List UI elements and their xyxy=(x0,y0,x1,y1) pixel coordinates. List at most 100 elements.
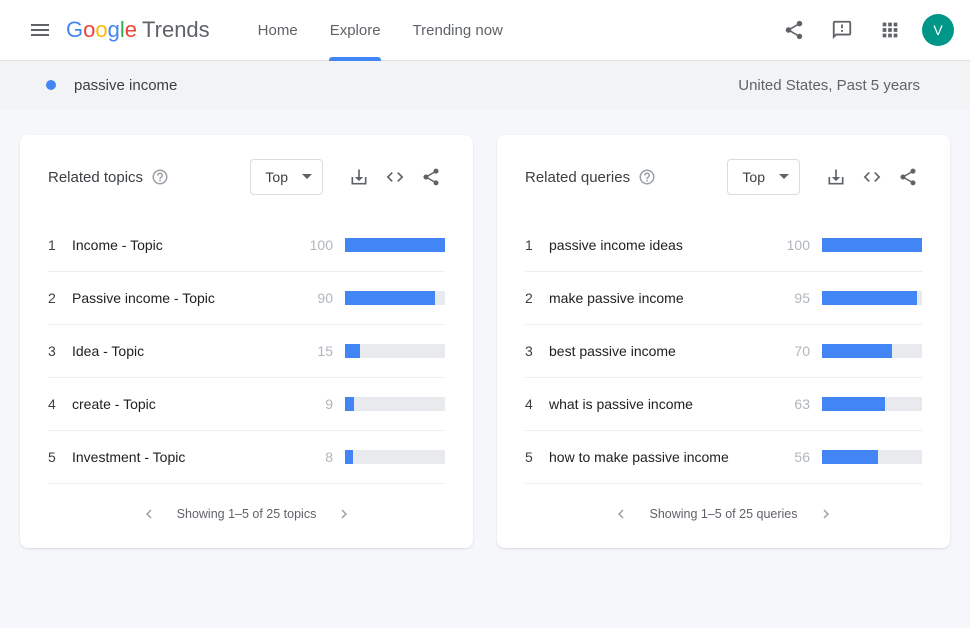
rank: 1 xyxy=(48,237,72,253)
rank: 4 xyxy=(525,396,549,412)
menu-icon[interactable] xyxy=(16,6,64,54)
content-area: Related topics Top 1Income - Topic1002Pa… xyxy=(0,109,970,574)
list-item[interactable]: 3Idea - Topic15 xyxy=(48,324,445,377)
rank: 5 xyxy=(525,449,549,465)
embed-icon[interactable] xyxy=(381,163,409,191)
item-value: 100 xyxy=(310,237,333,253)
item-label[interactable]: Idea - Topic xyxy=(72,343,317,359)
bar-track xyxy=(822,344,922,358)
help-icon[interactable] xyxy=(151,168,169,186)
item-label[interactable]: Investment - Topic xyxy=(72,449,325,465)
item-label[interactable]: make passive income xyxy=(549,290,794,306)
rank: 2 xyxy=(48,290,72,306)
feedback-icon[interactable] xyxy=(818,6,866,54)
bar-track xyxy=(345,344,445,358)
related-topics-card: Related topics Top 1Income - Topic1002Pa… xyxy=(20,135,473,548)
bar-fill xyxy=(822,450,878,464)
item-label[interactable]: what is passive income xyxy=(549,396,794,412)
item-value: 95 xyxy=(794,290,810,306)
next-page-button[interactable] xyxy=(812,500,840,528)
item-label[interactable]: create - Topic xyxy=(72,396,325,412)
item-label[interactable]: how to make passive income xyxy=(549,449,794,465)
list-item[interactable]: 5Investment - Topic8 xyxy=(48,430,445,483)
share-icon[interactable] xyxy=(770,6,818,54)
sort-dropdown[interactable]: Top xyxy=(250,159,323,195)
card-title: Related topics xyxy=(48,169,143,186)
pager: Showing 1–5 of 25 queries xyxy=(525,483,922,532)
list-item[interactable]: 2Passive income - Topic90 xyxy=(48,271,445,324)
download-icon[interactable] xyxy=(822,163,850,191)
rank: 3 xyxy=(48,343,72,359)
card-header: Related topics Top xyxy=(48,159,445,195)
bar-fill xyxy=(822,397,885,411)
avatar[interactable]: V xyxy=(922,14,954,46)
item-label[interactable]: best passive income xyxy=(549,343,794,359)
rank: 5 xyxy=(48,449,72,465)
item-label[interactable]: passive income ideas xyxy=(549,237,787,253)
item-value: 56 xyxy=(794,449,810,465)
list-item[interactable]: 1passive income ideas100 xyxy=(525,219,922,271)
card-title: Related queries xyxy=(525,169,630,186)
bar-track xyxy=(822,397,922,411)
embed-icon[interactable] xyxy=(858,163,886,191)
pager: Showing 1–5 of 25 topics xyxy=(48,483,445,532)
prev-page-button[interactable] xyxy=(135,500,163,528)
bar-track xyxy=(345,238,445,252)
item-value: 70 xyxy=(794,343,810,359)
logo[interactable]: Google Trends xyxy=(66,17,210,43)
rank: 3 xyxy=(525,343,549,359)
nav-home[interactable]: Home xyxy=(258,0,298,61)
list-item[interactable]: 4create - Topic9 xyxy=(48,377,445,430)
bar-fill xyxy=(345,397,354,411)
rank: 1 xyxy=(525,237,549,253)
share-card-icon[interactable] xyxy=(417,163,445,191)
help-icon[interactable] xyxy=(638,168,656,186)
item-label[interactable]: Passive income - Topic xyxy=(72,290,317,306)
card-header: Related queries Top xyxy=(525,159,922,195)
share-card-icon[interactable] xyxy=(894,163,922,191)
list-item[interactable]: 2make passive income95 xyxy=(525,271,922,324)
list-item[interactable]: 3best passive income70 xyxy=(525,324,922,377)
item-value: 90 xyxy=(317,290,333,306)
list-item[interactable]: 4what is passive income63 xyxy=(525,377,922,430)
item-value: 100 xyxy=(787,237,810,253)
pager-label: Showing 1–5 of 25 topics xyxy=(177,507,317,521)
nav-explore[interactable]: Explore xyxy=(330,0,381,61)
bar-fill xyxy=(345,450,353,464)
bar-track xyxy=(822,450,922,464)
bar-track xyxy=(345,291,445,305)
top-nav: Home Explore Trending now xyxy=(258,0,503,61)
queries-list: 1passive income ideas1002make passive in… xyxy=(525,219,922,483)
related-queries-card: Related queries Top 1passive income idea… xyxy=(497,135,950,548)
bar-fill xyxy=(345,344,360,358)
dropdown-label: Top xyxy=(265,169,288,185)
app-header: Google Trends Home Explore Trending now … xyxy=(0,0,970,61)
item-label[interactable]: Income - Topic xyxy=(72,237,310,253)
rank: 4 xyxy=(48,396,72,412)
bar-track xyxy=(822,291,922,305)
download-icon[interactable] xyxy=(345,163,373,191)
search-term[interactable]: passive income xyxy=(74,77,177,94)
nav-trending[interactable]: Trending now xyxy=(413,0,503,61)
bar-track xyxy=(345,397,445,411)
sort-dropdown[interactable]: Top xyxy=(727,159,800,195)
next-page-button[interactable] xyxy=(330,500,358,528)
scope-label[interactable]: United States, Past 5 years xyxy=(738,77,924,94)
list-item[interactable]: 5how to make passive income56 xyxy=(525,430,922,483)
term-dot-icon xyxy=(46,80,56,90)
apps-icon[interactable] xyxy=(866,6,914,54)
list-item[interactable]: 1Income - Topic100 xyxy=(48,219,445,271)
bar-fill xyxy=(822,344,892,358)
filter-bar: passive income United States, Past 5 yea… xyxy=(0,61,970,109)
prev-page-button[interactable] xyxy=(607,500,635,528)
bar-track xyxy=(345,450,445,464)
item-value: 15 xyxy=(317,343,333,359)
bar-fill xyxy=(345,291,435,305)
bar-fill xyxy=(822,291,917,305)
bar-track xyxy=(822,238,922,252)
item-value: 8 xyxy=(325,449,333,465)
dropdown-label: Top xyxy=(742,169,765,185)
bar-fill xyxy=(822,238,922,252)
item-value: 9 xyxy=(325,396,333,412)
bar-fill xyxy=(345,238,445,252)
